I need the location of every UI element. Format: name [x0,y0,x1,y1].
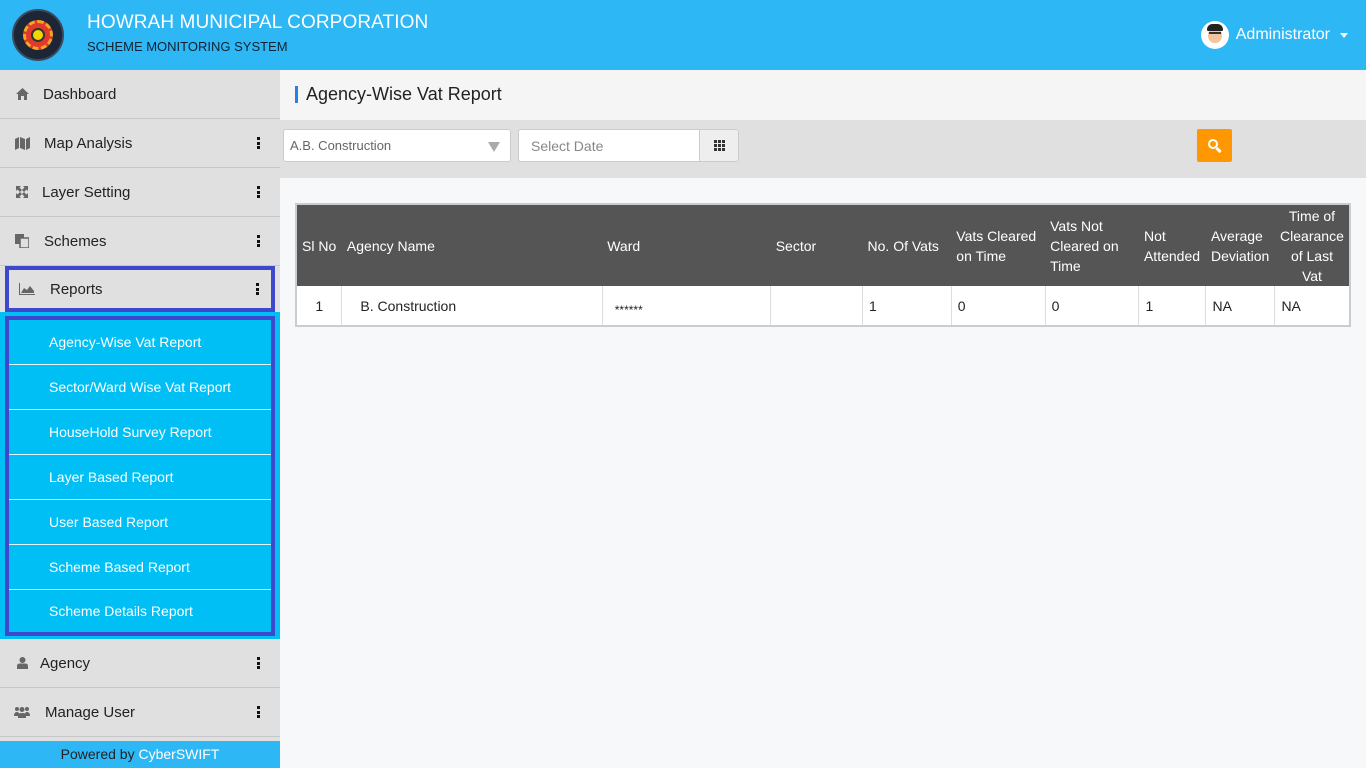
expand-icon [14,185,30,199]
more-vertical-icon[interactable] [257,235,260,247]
cell-no-of-vats: 1 [862,286,952,326]
submenu-layer-based-report[interactable]: Layer Based Report [9,455,271,500]
cell-sl-no: 1 [296,286,343,326]
municipal-seal-logo [12,9,64,61]
sidebar-item-label: Schemes [44,232,107,250]
column-header-vats-not-cleared-on-time: Vats Not Cleared on Time [1045,204,1139,286]
user-menu[interactable]: Administrator [1200,21,1348,49]
column-header-agency-name: Agency Name [341,204,603,286]
sidebar-item-label: Dashboard [43,85,117,103]
more-vertical-icon[interactable] [257,706,260,718]
avatar [1200,21,1229,49]
submenu-agency-wise-vat-report[interactable]: Agency-Wise Vat Report [9,320,271,365]
users-icon [14,705,30,719]
copy-icon [14,234,30,248]
sidebar: Dashboard Map Analysis Layer Setting Sch… [0,70,280,768]
powered-by-footer: Powered by CyberSWIFT [0,741,280,768]
user-name: Administrator [1235,26,1330,43]
sidebar-item-agency[interactable]: Agency [0,639,280,688]
sidebar-item-label: Agency [40,654,91,672]
app-subtitle: SCHEME MONITORING SYSTEM [87,39,288,54]
page-title-bar: Agency-Wise Vat Report [280,70,1366,120]
column-header-not-attended: Not Attended [1138,204,1206,286]
main-content: Agency-Wise Vat Report A.B. Construction… [280,70,1366,768]
table-header-row: Sl No Agency Name Ward Sector No. Of Vat… [296,204,1350,286]
sidebar-item-label: Map Analysis [44,134,133,152]
column-header-time-of-clearance: Time of Clearance of Last Vat [1274,204,1350,286]
reports-submenu: Agency-Wise Vat Report Sector/Ward Wise … [5,316,275,636]
agency-select-value: A.B. Construction [290,138,392,153]
more-vertical-icon[interactable] [257,137,260,149]
caret-down-icon [1340,32,1348,38]
footer-prefix: Powered by [60,746,139,762]
column-header-average-deviation: Average Deviation [1205,204,1275,286]
column-header-vats-cleared-on-time: Vats Cleared on Time [951,204,1046,286]
sidebar-item-manage-user[interactable]: Manage User [0,688,280,737]
sidebar-item-dashboard[interactable]: Dashboard [0,70,280,119]
submenu-scheme-details-report[interactable]: Scheme Details Report [9,590,271,632]
cell-time-of-clearance: NA [1281,297,1301,314]
cell-vats-cleared-on-time: 0 [951,286,1046,326]
cell-sector [770,286,864,326]
column-header-sector: Sector [770,204,863,286]
column-header-ward: Ward [602,204,771,286]
home-icon [14,87,30,101]
filter-bar: A.B. Construction [280,120,1366,178]
sidebar-item-label: Reports [50,280,103,298]
cell-ward: ****** [602,286,772,326]
cell-not-attended: 1 [1138,286,1207,326]
map-icon [14,136,30,150]
calendar-button[interactable] [699,129,739,162]
cell-agency-name: B. Construction [341,286,603,326]
column-header-sl-no: Sl No [296,204,342,286]
cell-average-deviation: NA [1205,286,1276,326]
date-input[interactable] [518,129,700,162]
submenu-scheme-based-report[interactable]: Scheme Based Report [9,545,271,590]
more-vertical-icon[interactable] [257,186,260,198]
cell-vats-not-cleared-on-time: 0 [1045,286,1140,326]
footer-brand-link[interactable]: CyberSWIFT [138,746,219,762]
sidebar-item-schemes[interactable]: Schemes [0,217,280,266]
report-table: Sl No Agency Name Ward Sector No. Of Vat… [295,203,1351,327]
column-header-no-of-vats: No. Of Vats [862,204,952,286]
search-icon [1207,138,1222,153]
sidebar-item-label: Manage User [45,703,136,721]
sidebar-item-label: Layer Setting [42,183,131,201]
table-row: 1 B. Construction ****** 1 0 0 1 NA NA [296,286,1350,326]
more-vertical-icon[interactable] [257,657,260,669]
search-button[interactable] [1197,129,1232,162]
user-icon [14,656,30,670]
calendar-grid-icon [713,140,725,151]
page-title: Agency-Wise Vat Report [306,84,502,104]
submenu-household-survey-report[interactable]: HouseHold Survey Report [9,410,271,455]
agency-select[interactable]: A.B. Construction [283,129,511,162]
app-title: HOWRAH MUNICIPAL CORPORATION [87,12,429,33]
submenu-user-based-report[interactable]: User Based Report [9,500,271,545]
area-chart-icon [19,282,35,296]
reports-submenu-container: Agency-Wise Vat Report Sector/Ward Wise … [0,312,280,639]
top-header: HOWRAH MUNICIPAL CORPORATION SCHEME MONI… [0,0,1366,70]
sidebar-item-map-analysis[interactable]: Map Analysis [0,119,280,168]
submenu-sector-ward-wise-vat-report[interactable]: Sector/Ward Wise Vat Report [9,365,271,410]
sidebar-item-layer-setting[interactable]: Layer Setting [0,168,280,217]
dropdown-arrow-icon [488,142,500,152]
more-vertical-icon[interactable] [256,283,259,295]
title-accent-bar [295,86,298,103]
sidebar-item-reports[interactable]: Reports [5,266,275,312]
